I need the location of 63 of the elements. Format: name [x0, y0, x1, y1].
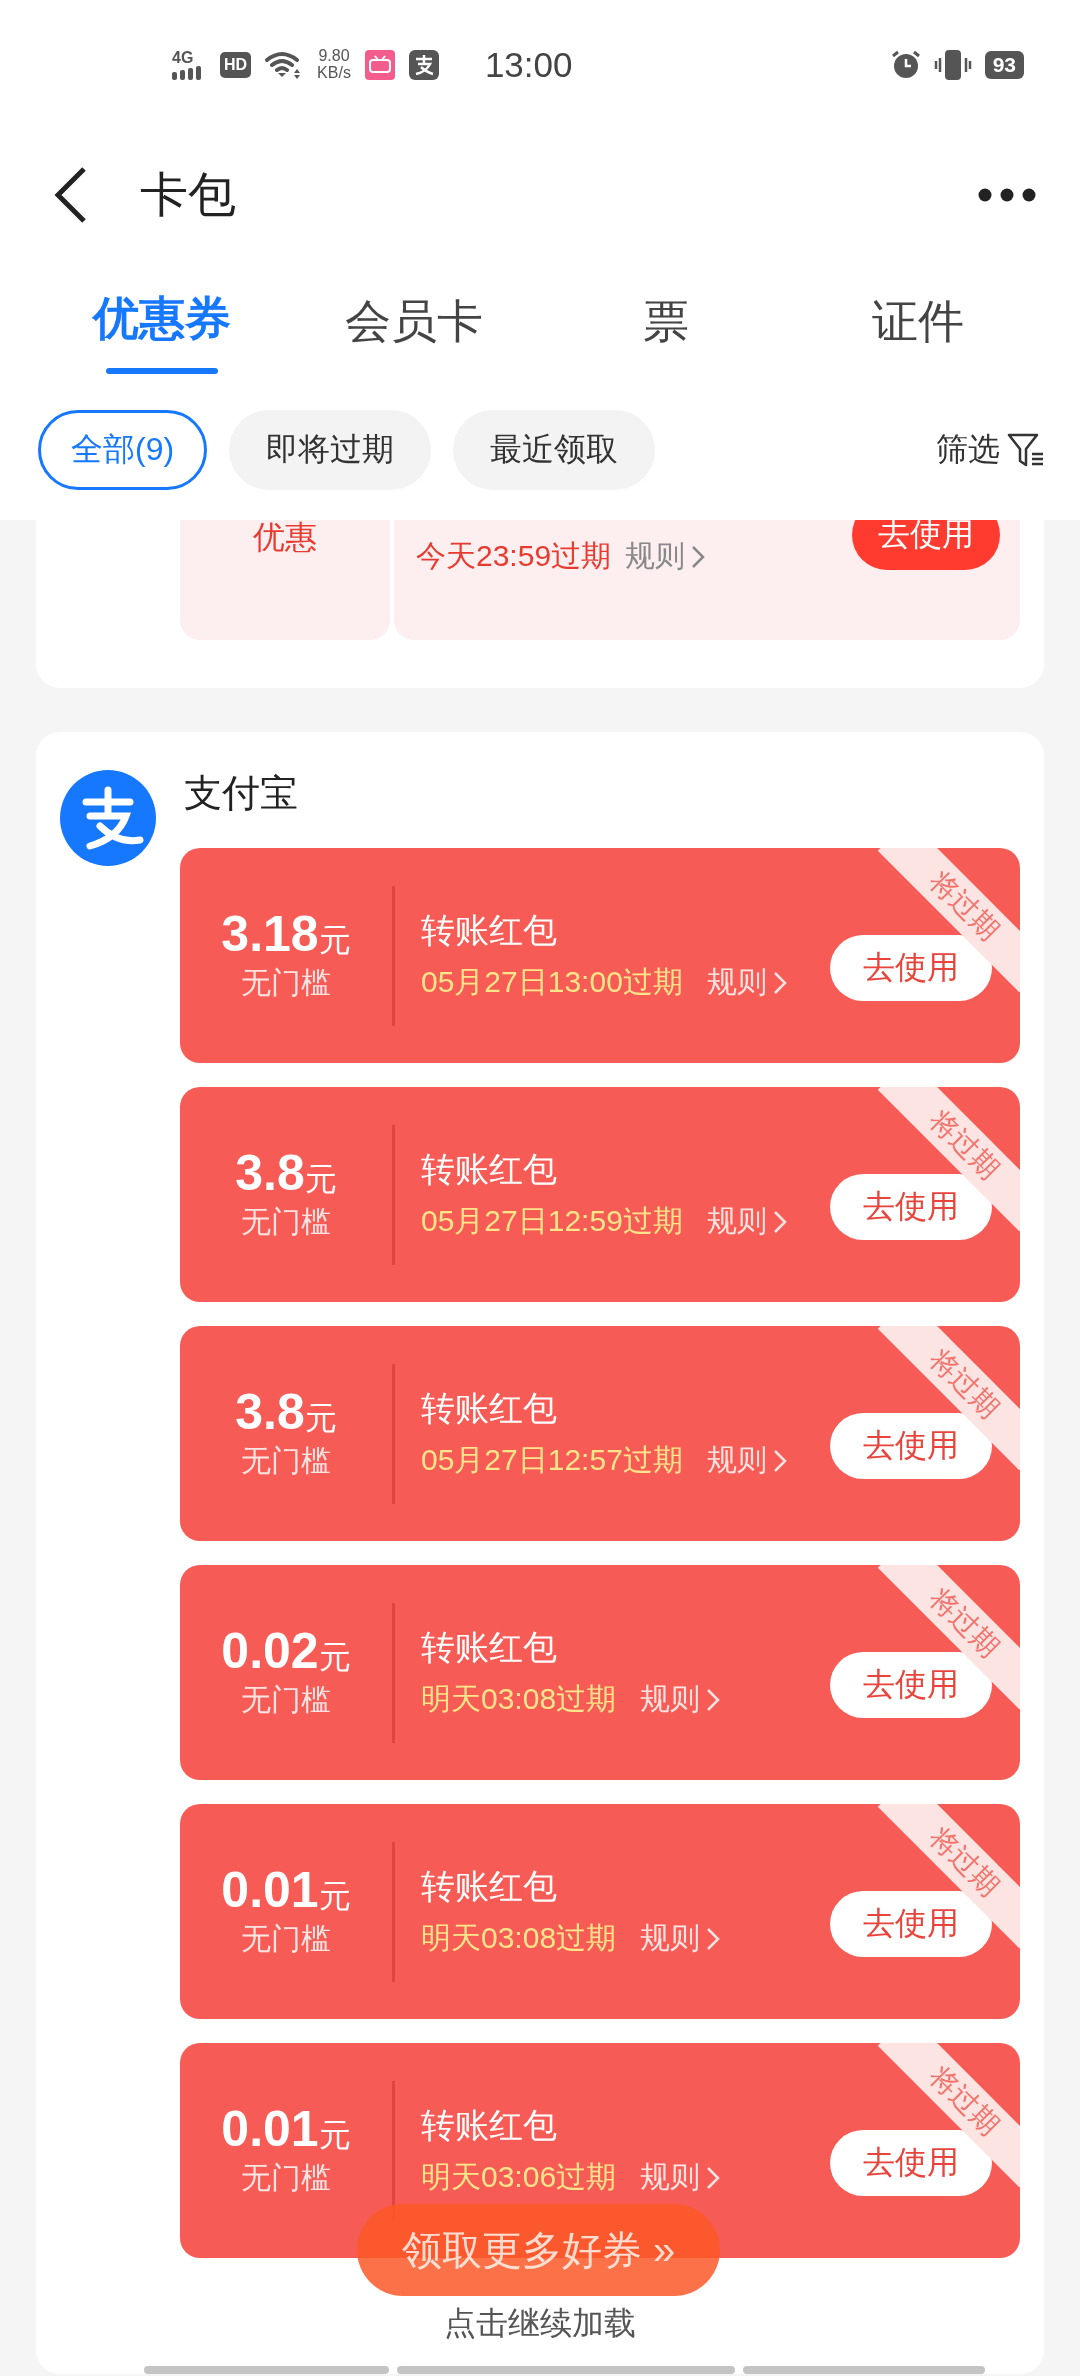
page-title: 卡包	[140, 167, 236, 223]
coupon-condition: 无门槛	[241, 1443, 331, 1479]
coupon-condition: 无门槛	[241, 1682, 331, 1718]
clock-time: 13:00	[484, 45, 573, 85]
filter-button[interactable]: 筛选	[930, 427, 1052, 473]
coupon-condition: 无门槛	[241, 1204, 331, 1240]
rules-link[interactable]: 规则	[706, 962, 787, 1003]
coupon-condition: 无门槛	[241, 1921, 331, 1957]
alarm-icon	[890, 50, 921, 80]
expiry-text: 今天23:59过期	[416, 538, 612, 574]
coupon-amount: 0.01元	[221, 2102, 351, 2158]
rules-link[interactable]: 规则	[706, 1440, 787, 1481]
filter-chip[interactable]: 最近领取	[453, 410, 656, 490]
chevron-icon	[706, 1687, 721, 1712]
coupon-title: 转账红包	[421, 2105, 558, 2146]
tab[interactable]: 证件	[792, 260, 1044, 380]
more-icon[interactable]	[978, 188, 1036, 202]
expiry-text: 05月27日12:59过期	[421, 1203, 683, 1239]
merchant-name: 支付宝	[184, 770, 298, 816]
tab[interactable]: 票	[540, 260, 792, 380]
coupon-title: 转账红包	[421, 1866, 558, 1907]
chevron-icon	[706, 2165, 721, 2190]
app-notification-icon	[364, 50, 395, 80]
rules-link[interactable]: 规则	[640, 1679, 721, 1720]
coupon-amount: 0.02元	[221, 1624, 351, 1680]
coupon-title: 转账红包	[421, 1627, 558, 1668]
tab[interactable]: 会员卡	[288, 260, 540, 380]
speed-unit: KB/s	[317, 65, 351, 82]
expiry-text: 05月27日12:57过期	[421, 1442, 683, 1478]
hd-badge: HD	[220, 52, 252, 78]
expiry-text: 明天03:08过期	[421, 1681, 617, 1717]
chevron-icon	[691, 544, 706, 569]
coupon-amount: 3.18元	[221, 907, 351, 963]
logo-icon	[60, 770, 156, 866]
expiry-text: 05月27日13:00过期	[421, 964, 683, 1000]
coupon-condition: 无门槛	[241, 2160, 331, 2196]
network-label: 4G	[172, 50, 194, 66]
coupon-title: 转账红包	[421, 910, 558, 951]
filter-chip[interactable]: 全部(9)	[38, 410, 208, 490]
rules-link[interactable]: 规则	[706, 1201, 787, 1242]
coupon-label: 优惠	[253, 520, 317, 556]
rules-link[interactable]: 规则	[640, 1918, 721, 1959]
rules-link[interactable]: 规则	[625, 536, 706, 577]
battery-level: 93	[984, 51, 1024, 79]
coupon-title: 转账红包	[421, 1149, 558, 1190]
more-coupons-button[interactable]: 领取更多好券 »	[357, 2204, 720, 2296]
coupon-amount: 0.01元	[221, 1863, 351, 1919]
app-notification-icon	[408, 50, 439, 80]
rules-link[interactable]: 规则	[640, 2157, 721, 2198]
vibrate-icon	[932, 50, 973, 80]
coupon-title: 转账红包	[421, 1388, 558, 1429]
chevron-icon	[772, 1448, 787, 1473]
tab[interactable]: 优惠券	[36, 260, 288, 380]
chevron-icon	[772, 970, 787, 995]
coupon-amount: 3.8元	[235, 1385, 337, 1441]
chevron-icon	[772, 1209, 787, 1234]
coupon-condition: 无门槛	[241, 965, 331, 1001]
filter-chip[interactable]: 即将过期	[229, 410, 432, 490]
network-speed: 9.80	[318, 48, 350, 65]
expiry-text: 明天03:08过期	[421, 1920, 617, 1956]
chevron-icon	[706, 1926, 721, 1951]
coupon-amount: 3.8元	[235, 1146, 337, 1202]
expiry-text: 明天03:06过期	[421, 2159, 617, 2195]
